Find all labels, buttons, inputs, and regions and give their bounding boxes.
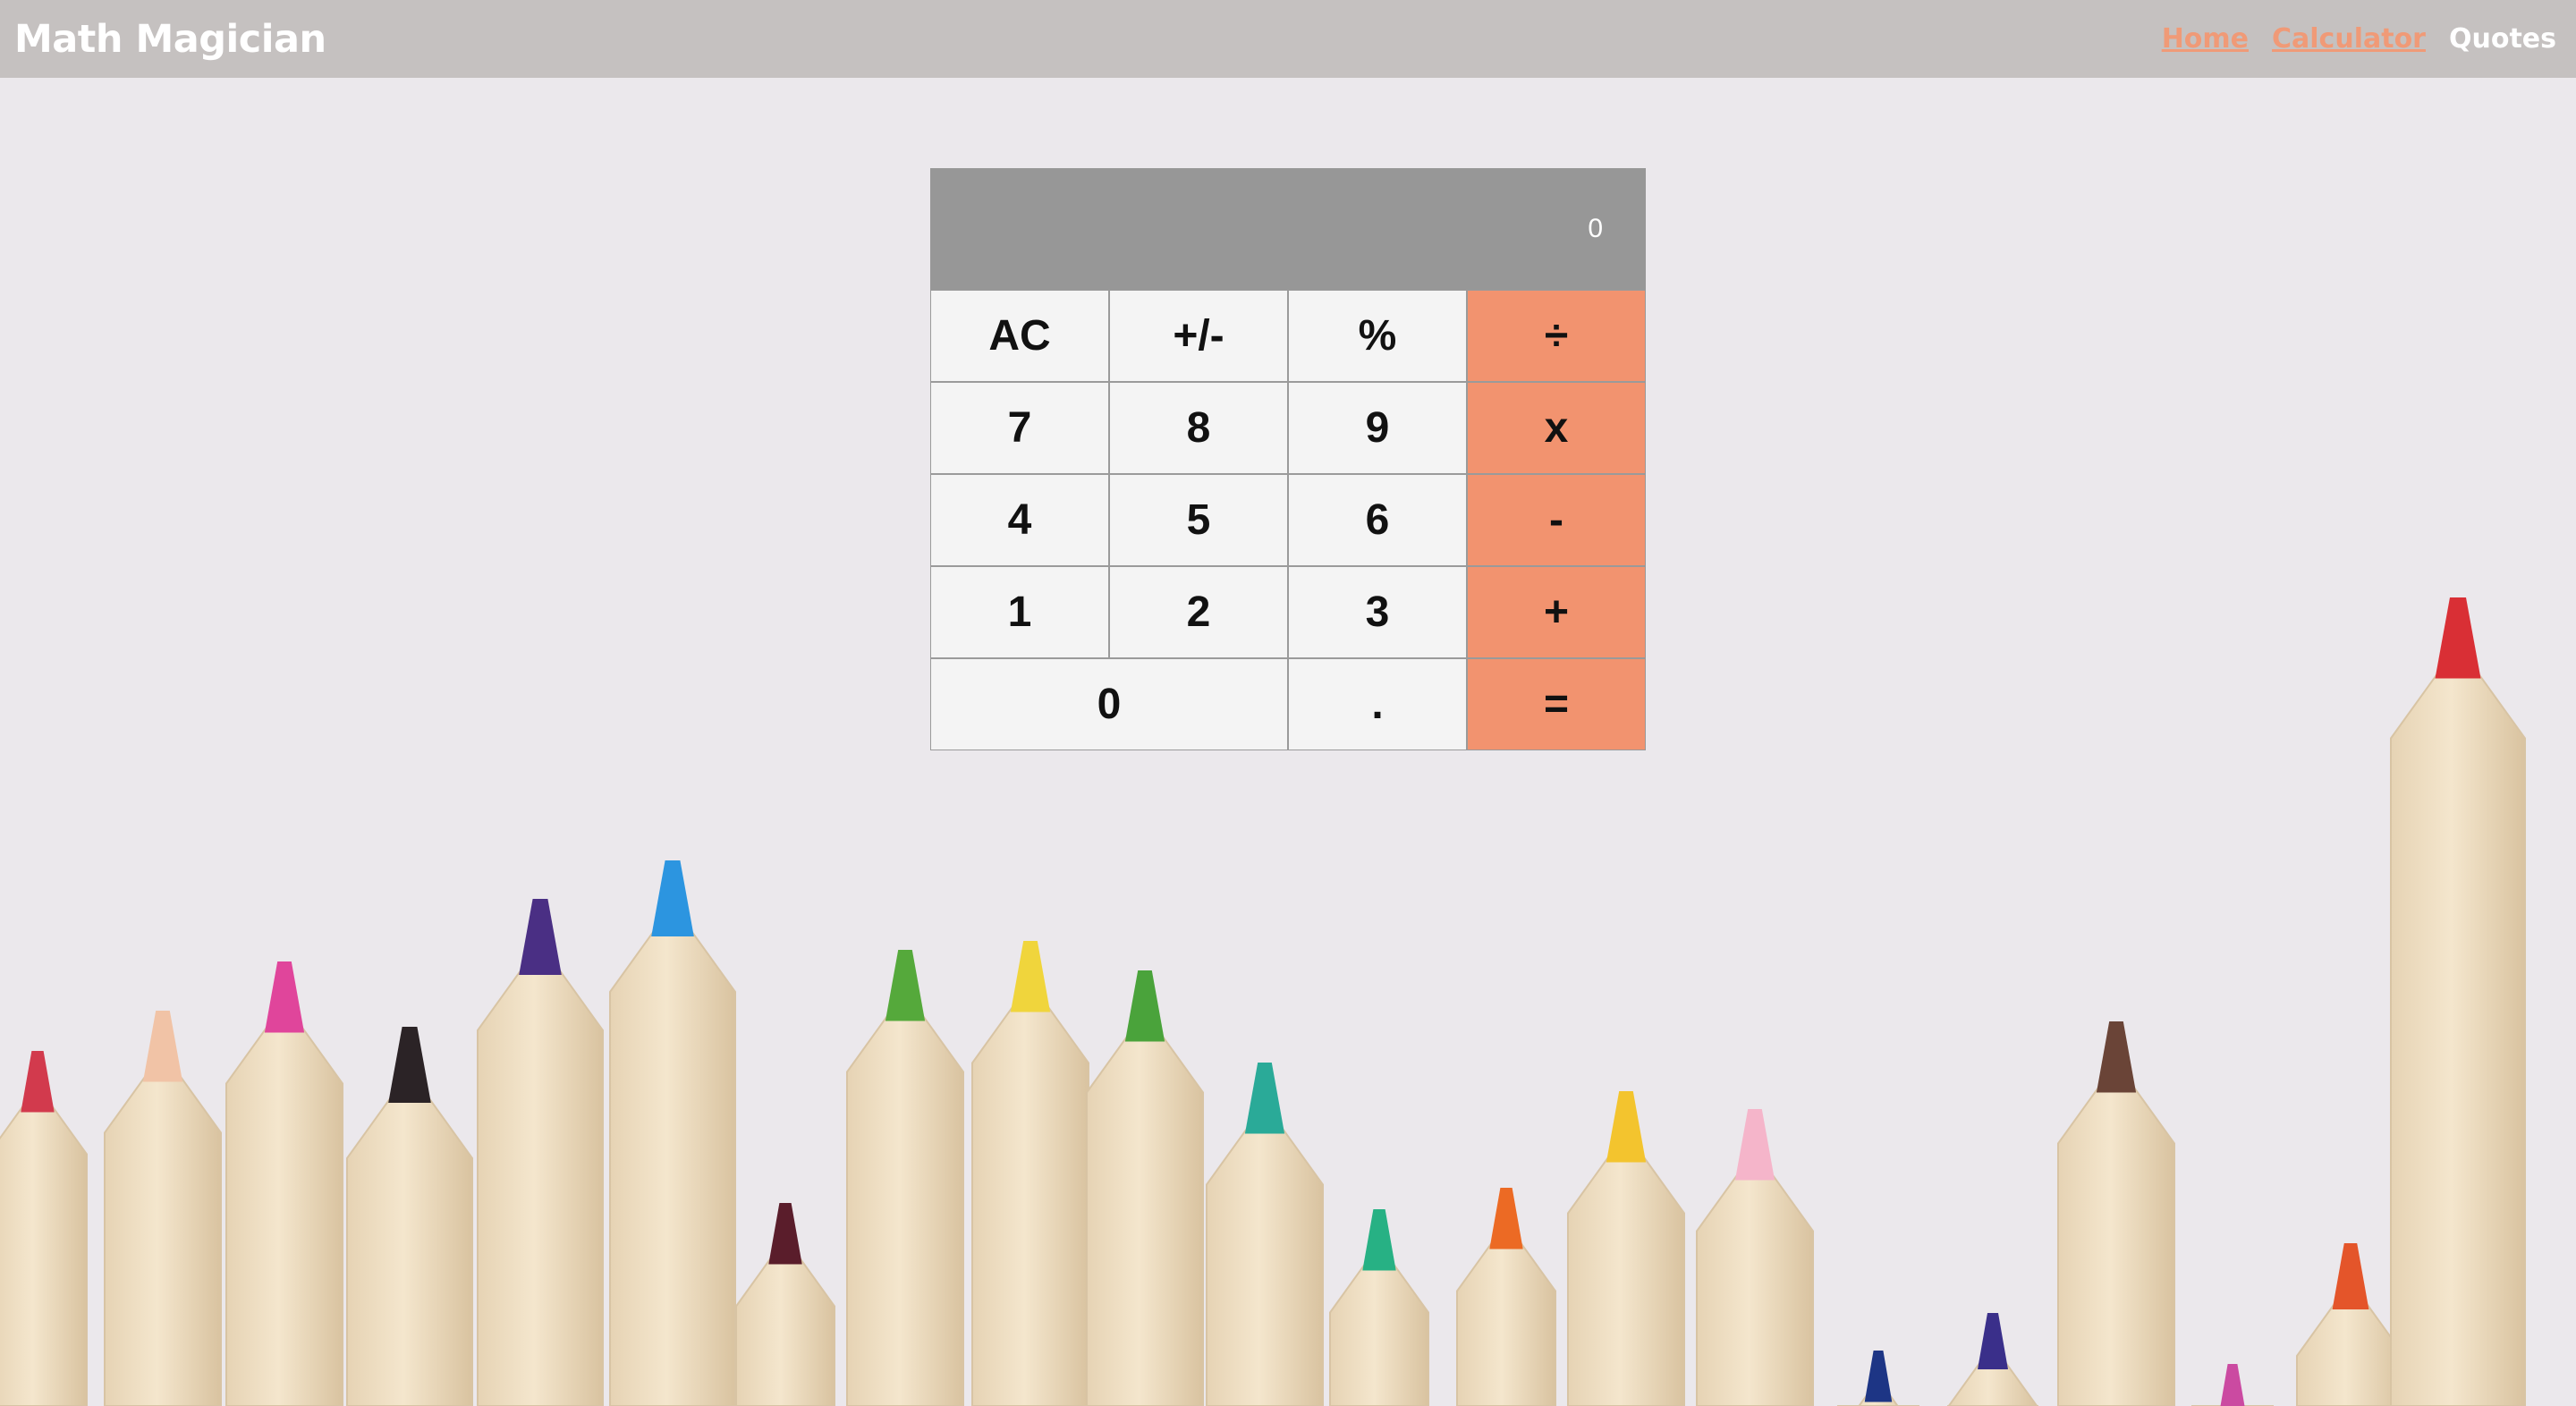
nav-link-home[interactable]: Home	[2162, 23, 2249, 55]
pencil-3	[225, 1024, 343, 1406]
digit-4-button[interactable]: 4	[930, 474, 1109, 566]
pencil-2	[104, 1073, 222, 1406]
pencil-11	[1206, 1125, 1324, 1406]
digit-1-button[interactable]: 1	[930, 566, 1109, 658]
digit-7-button[interactable]: 7	[930, 382, 1109, 474]
pencil-18	[2057, 1084, 2175, 1406]
digit-2-button[interactable]: 2	[1109, 566, 1288, 658]
brand-title: Math Magician	[14, 16, 326, 62]
pencil-14	[1567, 1154, 1685, 1406]
pencil-15	[1696, 1172, 1814, 1406]
pencil-21	[2390, 670, 2526, 1406]
decimal-button[interactable]: .	[1288, 658, 1467, 750]
digit-5-button[interactable]: 5	[1109, 474, 1288, 566]
digit-3-button[interactable]: 3	[1288, 566, 1467, 658]
display-value: 0	[1588, 214, 1603, 243]
pencil-9	[971, 1004, 1089, 1406]
nav-link-quotes[interactable]: Quotes	[2449, 23, 2556, 55]
nav-link-calculator[interactable]: Calculator	[2272, 23, 2426, 55]
calculator: 0 AC +/- % ÷ 7 8 9 x 4 5 6 - 1 2 3 + 0 .…	[930, 168, 1646, 750]
toggle-sign-button[interactable]: +/-	[1109, 290, 1288, 382]
calculator-display: 0	[930, 168, 1646, 290]
pencil-8	[846, 1012, 964, 1406]
add-button[interactable]: +	[1467, 566, 1646, 658]
navbar: Math Magician Home Calculator Quotes	[0, 0, 2576, 78]
keypad: AC +/- % ÷ 7 8 9 x 4 5 6 - 1 2 3 + 0 . =	[930, 290, 1646, 750]
digit-0-button[interactable]: 0	[930, 658, 1288, 750]
all-clear-button[interactable]: AC	[930, 290, 1109, 382]
pencil-10	[1086, 1033, 1204, 1406]
digit-6-button[interactable]: 6	[1288, 474, 1467, 566]
subtract-button[interactable]: -	[1467, 474, 1646, 566]
divide-button[interactable]: ÷	[1467, 290, 1646, 382]
pencil-5	[477, 967, 604, 1406]
digit-9-button[interactable]: 9	[1288, 382, 1467, 474]
digit-8-button[interactable]: 8	[1109, 382, 1288, 474]
pencil-4	[346, 1095, 473, 1406]
pencil-1	[0, 1104, 88, 1406]
equals-button[interactable]: =	[1467, 658, 1646, 750]
nav-links: Home Calculator Quotes	[2162, 23, 2562, 55]
percent-button[interactable]: %	[1288, 290, 1467, 382]
pencil-6	[609, 928, 736, 1406]
multiply-button[interactable]: x	[1467, 382, 1646, 474]
